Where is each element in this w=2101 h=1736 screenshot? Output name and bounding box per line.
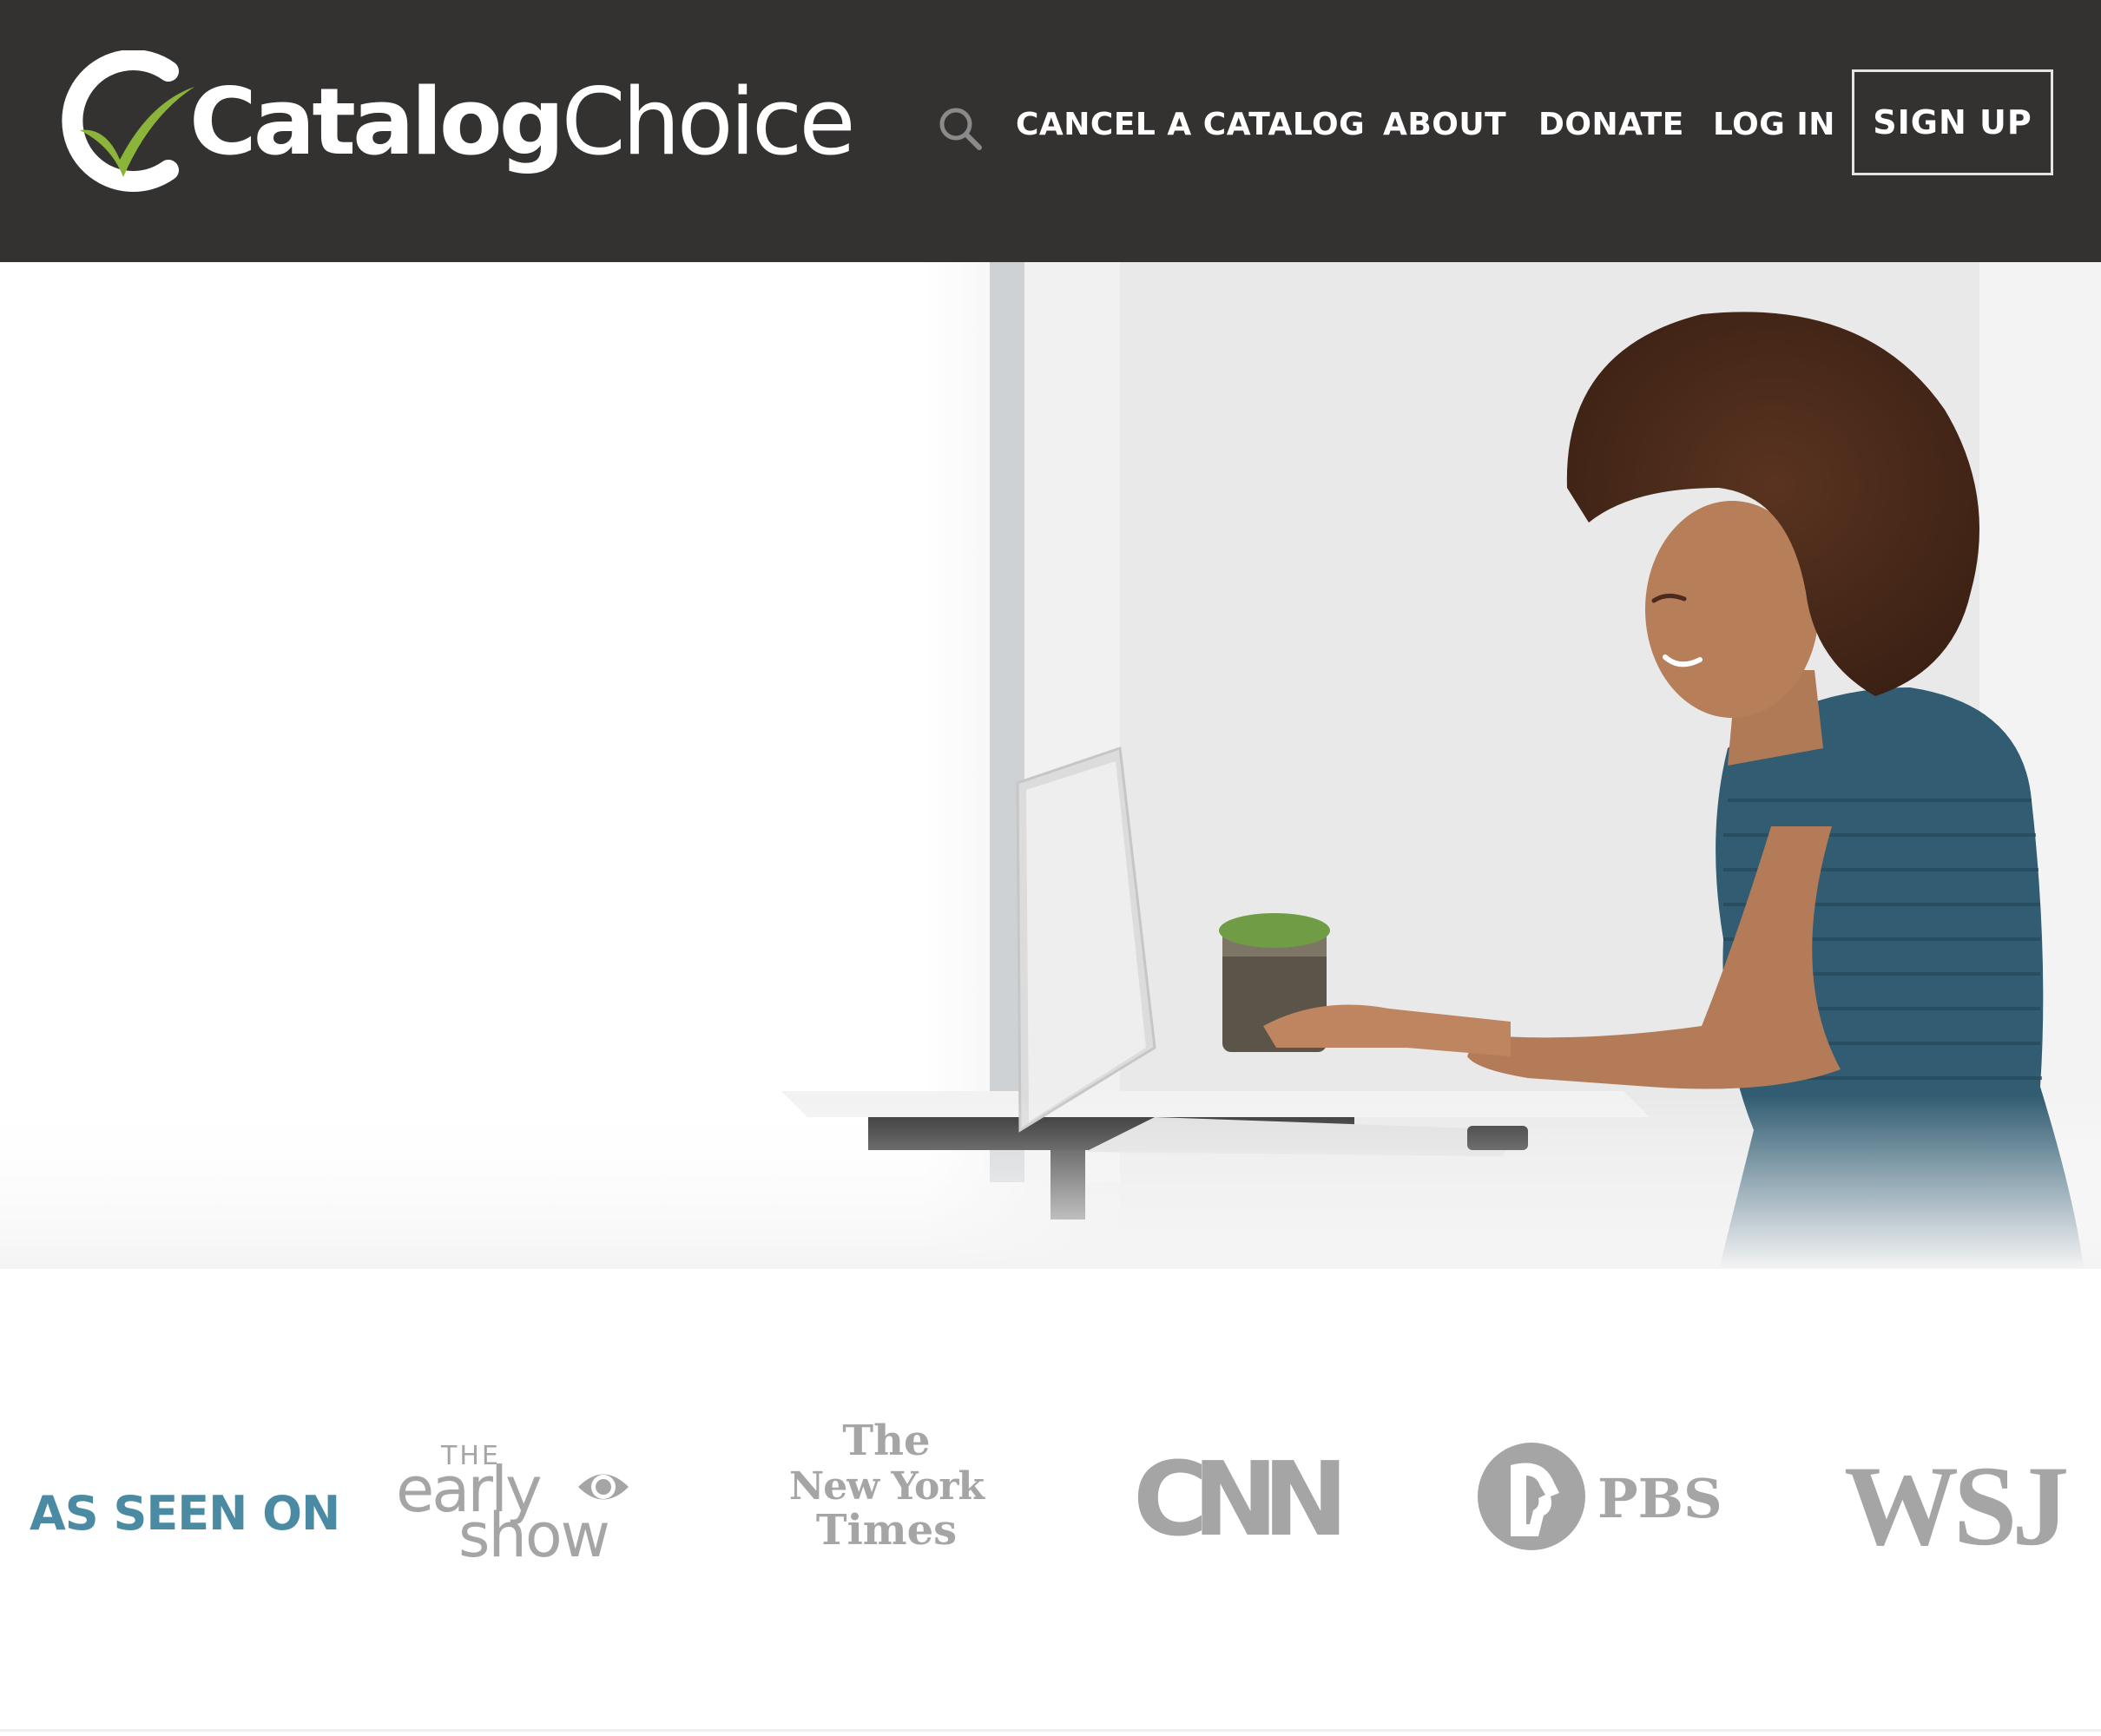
- nyt-line-1: The: [842, 1417, 931, 1465]
- early-show-show: show: [458, 1500, 610, 1571]
- logo-wordmark: CatalogChoice: [189, 76, 856, 168]
- nav-cancel-a-catalog[interactable]: CANCEL A CATALOG: [1016, 109, 1365, 141]
- catalog-choice-logo[interactable]: CatalogChoice: [45, 50, 856, 207]
- logo-text-bold: Catalog: [189, 69, 565, 175]
- nav-donate[interactable]: DONATE: [1538, 109, 1684, 141]
- hero-image-woman-at-laptop: [0, 262, 2101, 1269]
- logo-text-light: Choice: [561, 69, 856, 175]
- site-header: CatalogChoice CANCEL A CATALOG ABOUT DON…: [0, 0, 2101, 262]
- as-seen-on-section: AS SEEN ON THE early show The New York T…: [0, 1269, 2101, 1736]
- wsj-logo: WSJ: [1844, 1442, 2069, 1569]
- as-seen-on-label: AS SEEN ON: [30, 1486, 340, 1541]
- sign-up-button[interactable]: SIGN UP: [1852, 69, 2053, 175]
- nav-log-in[interactable]: LOG IN: [1713, 109, 1835, 141]
- nav-about[interactable]: ABOUT: [1383, 109, 1506, 141]
- pbs-head-icon: [1478, 1443, 1585, 1550]
- new-york-times-logo: The New York Times: [787, 1417, 986, 1583]
- nyt-line-2: New York: [788, 1463, 985, 1509]
- pbs-logo-text: PBS: [1597, 1467, 1722, 1530]
- cnn-logo: CNN: [1133, 1439, 1348, 1559]
- early-show-logo: THE early show: [396, 1441, 656, 1571]
- section-divider: [0, 1729, 2101, 1732]
- nyt-line-3: Times: [815, 1506, 958, 1555]
- hero-banner: [0, 262, 2101, 1269]
- search-icon[interactable]: [936, 104, 985, 153]
